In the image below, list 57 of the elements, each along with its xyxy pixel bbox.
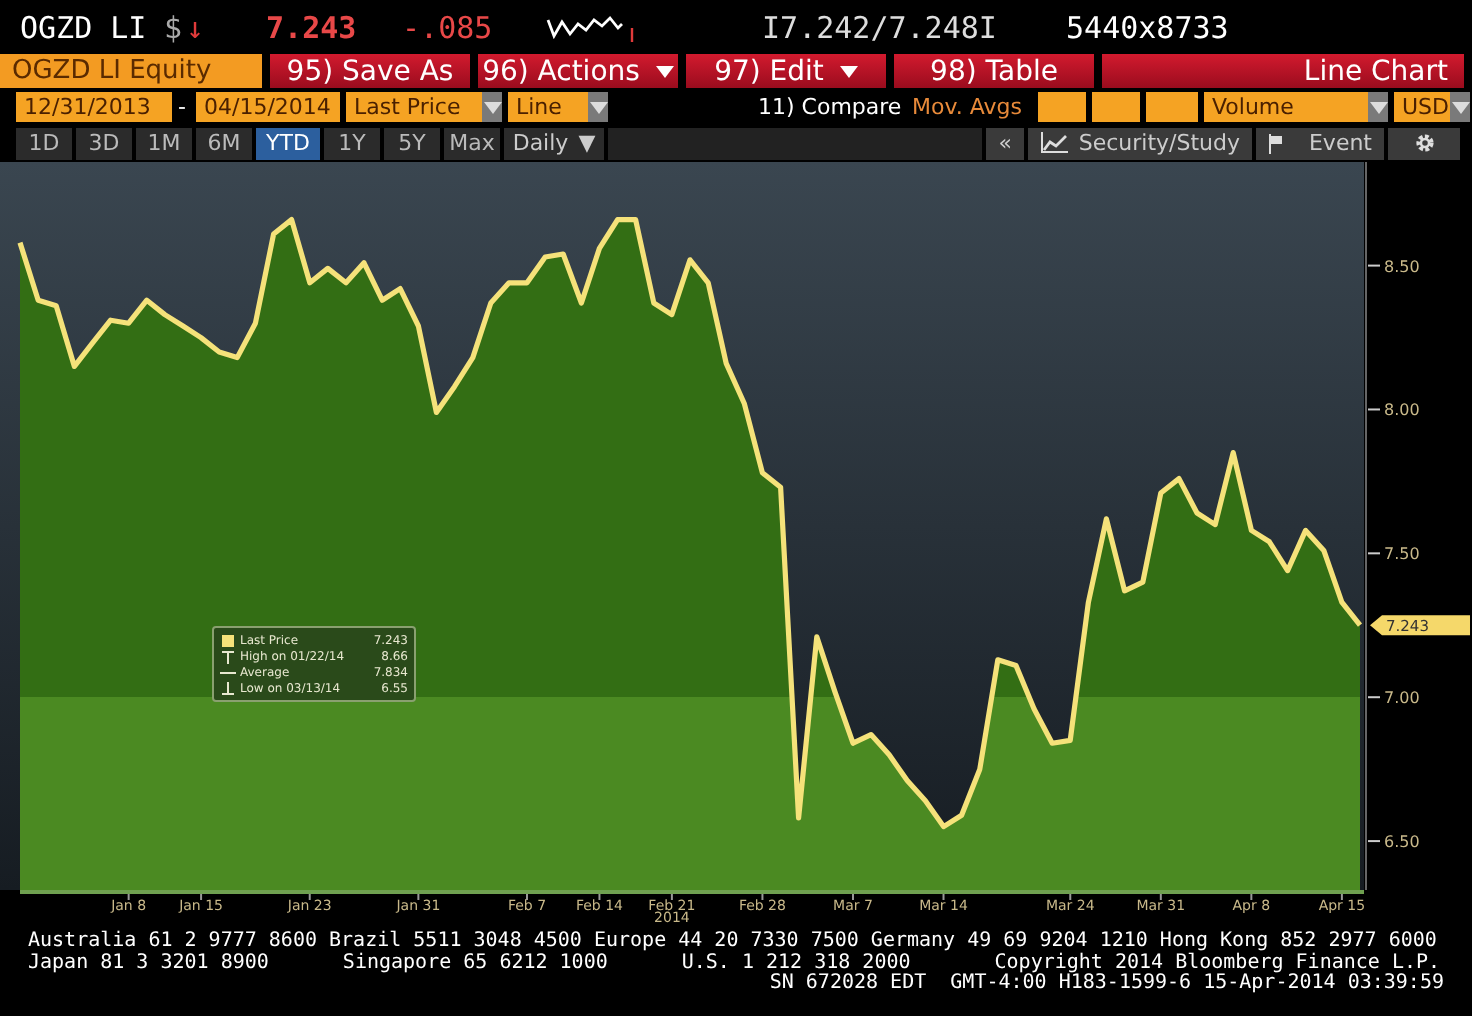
caret-icon [589,101,607,113]
security-field[interactable]: OGZD LI Equity [0,54,262,88]
high-marker-icon [220,649,236,663]
footer-text: Copyright 2014 Bloomberg Finance L.P. [994,953,1441,973]
price-change: -.085 [402,9,495,45]
y-tick-label: 7.00 [1384,689,1420,708]
average-field[interactable] [1092,92,1140,122]
footer-text: SN 672028 EDT GMT-4:00 H183-1599-6 15-Apr-2014 03:39:59 [767,974,1444,995]
last-price: 7.243 [266,9,359,45]
toolbar-button[interactable]: 95) Save As [270,54,470,88]
caret-icon [1451,101,1469,113]
mov-avgs-label: Mov. Avgs [912,94,1024,120]
settings-button[interactable] [1388,127,1460,159]
period-tab[interactable]: 1Y [324,127,380,159]
security-study-button[interactable]: Security/Study [1028,127,1252,159]
date-separator: - [178,94,188,120]
period-tab[interactable]: 1D [16,127,72,159]
line-chart-icon [1040,132,1068,154]
y-tick-label: 6.50 [1384,833,1420,852]
average-field[interactable] [1146,92,1198,122]
toolbar-button[interactable]: 98) Table [894,54,1094,88]
bid-ask-size: 5440x8733 [1066,9,1229,45]
settings-icon [1413,132,1435,154]
end-date-field[interactable]: 04/15/2014 [196,92,340,122]
average-field[interactable] [1038,92,1086,122]
period-tab[interactable]: 6M [196,127,252,159]
period-tab[interactable]: YTD [256,127,320,159]
period-tab[interactable]: 1M [136,127,192,159]
currency-sign: $ [164,9,183,45]
low-marker-icon [220,681,236,695]
footer-text: Singapore 65 6212 1000 [342,953,608,974]
sparkline-icon [546,11,639,43]
period-tab[interactable]: 3D [76,127,132,159]
direction-arrow: ↓ [186,9,207,45]
y-tick-label: 7.50 [1384,545,1420,564]
compare-link[interactable]: 11) Compare [758,94,902,120]
start-date-field[interactable]: 12/31/2013 [16,92,172,122]
toolbar-button[interactable]: 96) Actions [478,54,678,88]
y-tick-label: 8.50 [1384,257,1420,276]
caret-icon [483,101,501,113]
flag-icon [1268,133,1284,153]
caret-icon [1369,101,1387,113]
footer-text: Australia 61 2 9777 8600 Brazil 5511 3048 4500 Europe 44 20 7330 7500 Germany 49 69 9204 1210 Hong Kong 852 2977 6000 [28,932,1439,952]
period-tab[interactable]: 5Y [384,127,440,159]
event-button[interactable]: Event [1256,127,1384,159]
collapse-button[interactable]: « [986,127,1024,159]
y-tick-label: 8.00 [1384,401,1420,420]
chart-type-title: Line Chart [1102,54,1464,88]
toolbar-button[interactable]: 97) Edit [686,54,886,88]
price-tag [1370,615,1470,636]
period-tab[interactable]: Max [444,127,500,159]
footer-text: Japan 81 3 3201 8900 [28,953,269,974]
last-marker-icon [220,633,236,647]
ticker: OGZD LI [20,9,149,45]
footer-text: U.S. 1 212 318 2000 [681,953,911,973]
frequency-dropdown[interactable]: Daily ▼ [504,127,604,159]
bid-ask: I7.242/7.248I [762,9,999,45]
